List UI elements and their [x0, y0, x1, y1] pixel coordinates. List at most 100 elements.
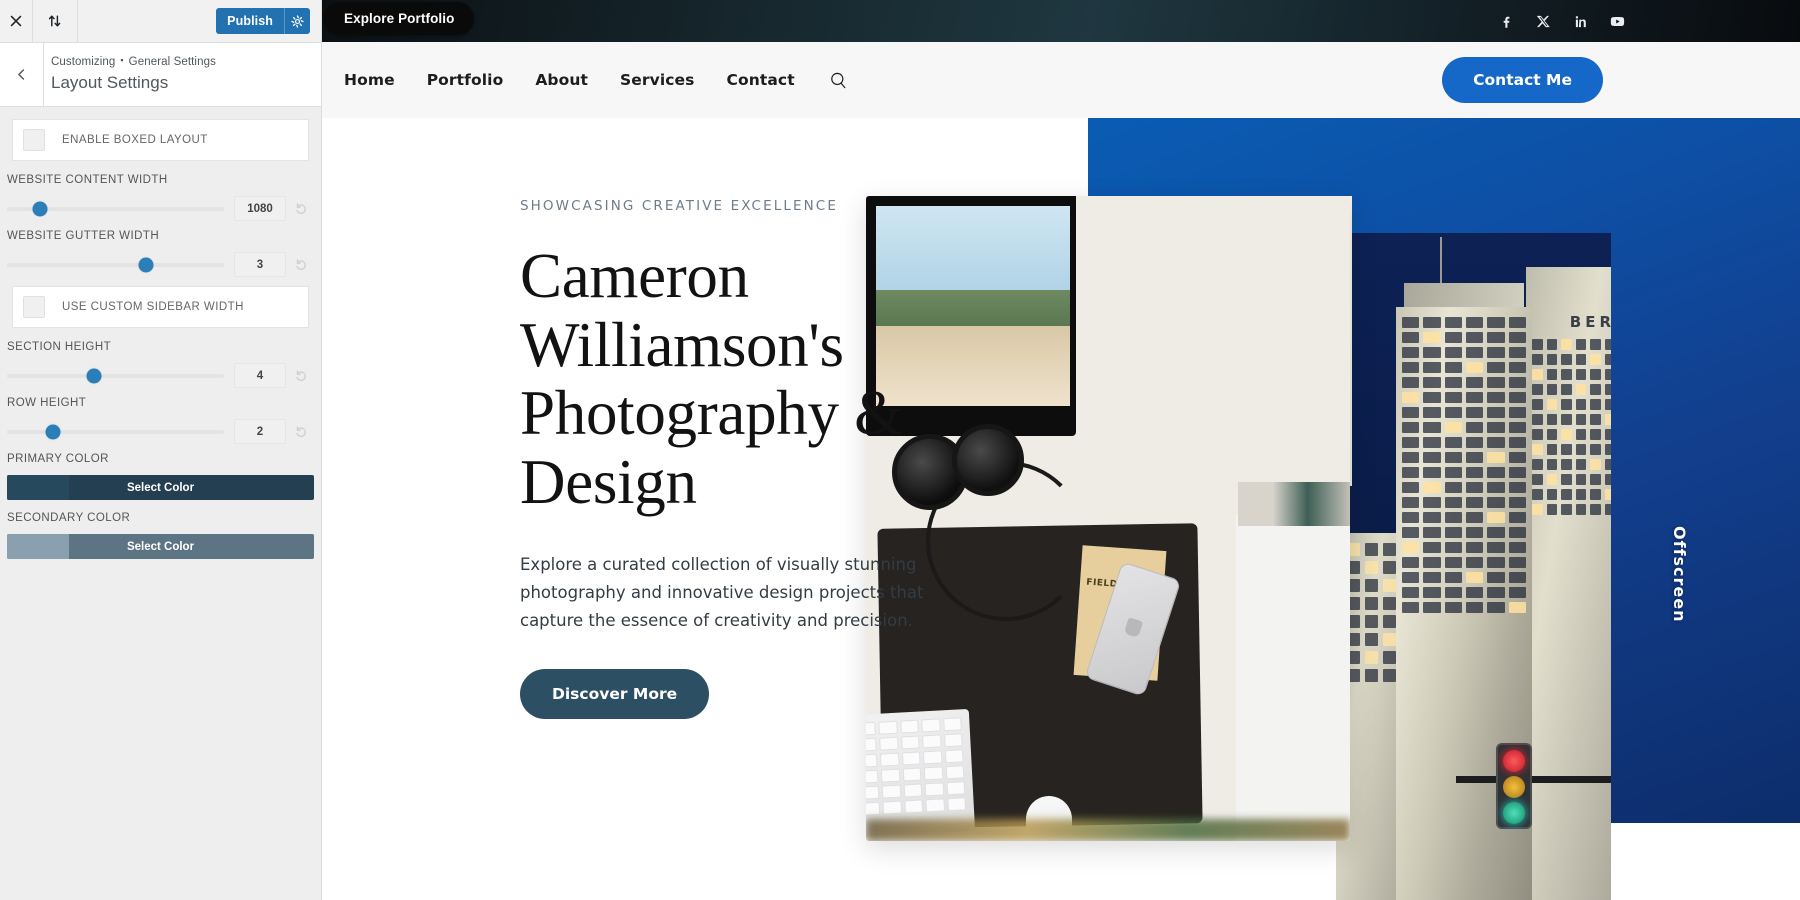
- secondary-color-select-button[interactable]: Select Color: [7, 534, 314, 559]
- customizer-panel-header: Customizing ▪ General Settings Layout Sett…: [0, 43, 321, 107]
- nav-item-home[interactable]: Home: [344, 71, 395, 89]
- use-custom-sidebar-width-toggle[interactable]: USE CUSTOM SIDEBAR WIDTH: [12, 286, 309, 328]
- reset-website-content-width-button[interactable]: [288, 196, 314, 221]
- control-secondary-color: SECONDARY COLOR Select Color: [0, 512, 321, 559]
- facebook-icon[interactable]: [1499, 14, 1514, 29]
- explore-portfolio-button[interactable]: Explore Portfolio: [324, 2, 475, 35]
- control-website-gutter-width: WEBSITE GUTTER WIDTH 3: [0, 230, 321, 277]
- row-height-value[interactable]: 2: [234, 419, 286, 444]
- checkbox-icon[interactable]: [23, 296, 45, 318]
- slider-track: [7, 257, 224, 272]
- nav-item-contact[interactable]: Contact: [726, 71, 794, 89]
- use-custom-sidebar-width-label: USE CUSTOM SIDEBAR WIDTH: [62, 301, 244, 313]
- linkedin-icon[interactable]: [1573, 14, 1588, 29]
- enable-boxed-layout-label: ENABLE BOXED LAYOUT: [62, 134, 208, 146]
- control-enable-boxed-layout: ENABLE BOXED LAYOUT: [0, 119, 321, 161]
- device-preview-toggle[interactable]: [33, 0, 78, 42]
- section-height-slider[interactable]: [7, 367, 230, 385]
- hero-subtitle: Explore a curated collection of visually…: [520, 554, 924, 631]
- website-content-width-label: WEBSITE CONTENT WIDTH: [7, 174, 168, 186]
- secondary-color-swatch: [7, 534, 69, 559]
- control-primary-color: PRIMARY COLOR Select Color: [0, 453, 321, 500]
- hero-blue-panel: [1088, 118, 1800, 823]
- slider-knob[interactable]: [45, 424, 61, 439]
- slider-track: [7, 368, 224, 383]
- page-title: Layout Settings: [51, 73, 169, 93]
- publish-settings-button[interactable]: [284, 8, 310, 34]
- customizer-screen: Publish Customizing ▪ General Settings L…: [0, 0, 1800, 900]
- reset-row-height-button[interactable]: [288, 419, 314, 444]
- close-x-icon: [10, 15, 22, 27]
- nav-menu: Home Portfolio About Services Contact: [344, 71, 848, 90]
- secondary-color-label: SECONDARY COLOR: [7, 512, 131, 524]
- keyboard-keys: [866, 717, 967, 828]
- hero-eyebrow: SHOWCASING CREATIVE EXCELLENCE: [520, 198, 838, 214]
- secondary-color-button-label: Select Color: [126, 540, 195, 553]
- publish-group: Publish: [216, 0, 321, 42]
- contact-me-button[interactable]: Contact Me: [1442, 57, 1603, 103]
- social-links: [1499, 0, 1625, 42]
- reset-arrow-icon: [296, 369, 306, 381]
- row-height-label: ROW HEIGHT: [7, 397, 87, 409]
- primary-color-swatch: [7, 475, 69, 500]
- publish-button[interactable]: Publish: [216, 8, 284, 34]
- website-content-width-value[interactable]: 1080: [234, 196, 286, 221]
- checkbox-icon[interactable]: [23, 129, 45, 151]
- x-twitter-icon[interactable]: [1536, 14, 1551, 29]
- search-icon[interactable]: [829, 71, 848, 90]
- keyboard: [866, 708, 976, 838]
- row-height-slider[interactable]: [7, 423, 230, 441]
- control-website-content-width: WEBSITE CONTENT WIDTH 1080: [0, 174, 321, 221]
- primary-color-button-label: Select Color: [126, 481, 195, 494]
- site-navigation: Home Portfolio About Services Contact Co…: [322, 42, 1800, 118]
- breadcrumb-separator: ▪: [120, 55, 124, 65]
- reset-section-height-button[interactable]: [288, 363, 314, 388]
- customizer-controls: ENABLE BOXED LAYOUT WEBSITE CONTENT WIDT…: [0, 107, 321, 900]
- slider-track: [7, 201, 224, 216]
- hero-section: SHOWCASING CREATIVE EXCELLENCE Cameron W…: [322, 118, 1800, 900]
- headphone-earcup-right: [952, 424, 1024, 496]
- headphone-cable: [926, 461, 1086, 621]
- control-use-custom-sidebar-width: USE CUSTOM SIDEBAR WIDTH: [0, 286, 321, 328]
- nav-item-portfolio[interactable]: Portfolio: [427, 71, 504, 89]
- slider-knob[interactable]: [32, 201, 48, 216]
- site-preview-frame[interactable]: Explore Portfolio Home Portfolio About S…: [322, 0, 1800, 900]
- reset-arrow-icon: [296, 258, 306, 270]
- close-customizer-button[interactable]: [0, 0, 33, 42]
- hero-title: Cameron Williamson's Photography & Desig…: [520, 241, 903, 517]
- control-section-height: SECTION HEIGHT 4: [0, 341, 321, 388]
- hero-text-block: SHOWCASING CREATIVE EXCELLENCE Cameron W…: [520, 198, 950, 719]
- slider-knob[interactable]: [138, 257, 154, 272]
- gear-icon: [291, 14, 304, 28]
- discover-more-button[interactable]: Discover More: [520, 668, 710, 719]
- site-topbar: Explore Portfolio: [322, 0, 1800, 42]
- primary-color-label: PRIMARY COLOR: [7, 453, 109, 465]
- nav-item-about[interactable]: About: [535, 71, 588, 89]
- nav-item-services[interactable]: Services: [620, 71, 694, 89]
- control-row-height: ROW HEIGHT 2: [0, 397, 321, 444]
- section-height-value[interactable]: 4: [234, 363, 286, 388]
- breadcrumb: Customizing ▪ General Settings: [51, 54, 216, 71]
- breadcrumb-parent[interactable]: General Settings: [129, 56, 216, 68]
- website-gutter-width-label: WEBSITE GUTTER WIDTH: [7, 230, 160, 242]
- device-switch-icon: [48, 15, 61, 27]
- section-height-label: SECTION HEIGHT: [7, 341, 112, 353]
- enable-boxed-layout-toggle[interactable]: ENABLE BOXED LAYOUT: [12, 119, 309, 161]
- website-gutter-width-slider[interactable]: [7, 256, 230, 274]
- youtube-icon[interactable]: [1610, 14, 1625, 29]
- slider-track: [7, 424, 224, 439]
- back-button[interactable]: [0, 43, 44, 106]
- reset-arrow-icon: [296, 425, 306, 437]
- website-content-width-slider[interactable]: [7, 200, 230, 218]
- reset-arrow-icon: [296, 202, 306, 214]
- website-gutter-width-value[interactable]: 3: [234, 252, 286, 277]
- panel-title-group: Customizing ▪ General Settings Layout Sett…: [44, 43, 216, 106]
- breadcrumb-root[interactable]: Customizing: [51, 56, 115, 68]
- chevron-left-icon: [18, 69, 25, 80]
- mouse: [1026, 796, 1072, 841]
- customizer-toolbar: Publish: [0, 0, 321, 43]
- primary-color-select-button[interactable]: Select Color: [7, 475, 314, 500]
- slider-knob[interactable]: [86, 368, 102, 383]
- reset-website-gutter-width-button[interactable]: [288, 252, 314, 277]
